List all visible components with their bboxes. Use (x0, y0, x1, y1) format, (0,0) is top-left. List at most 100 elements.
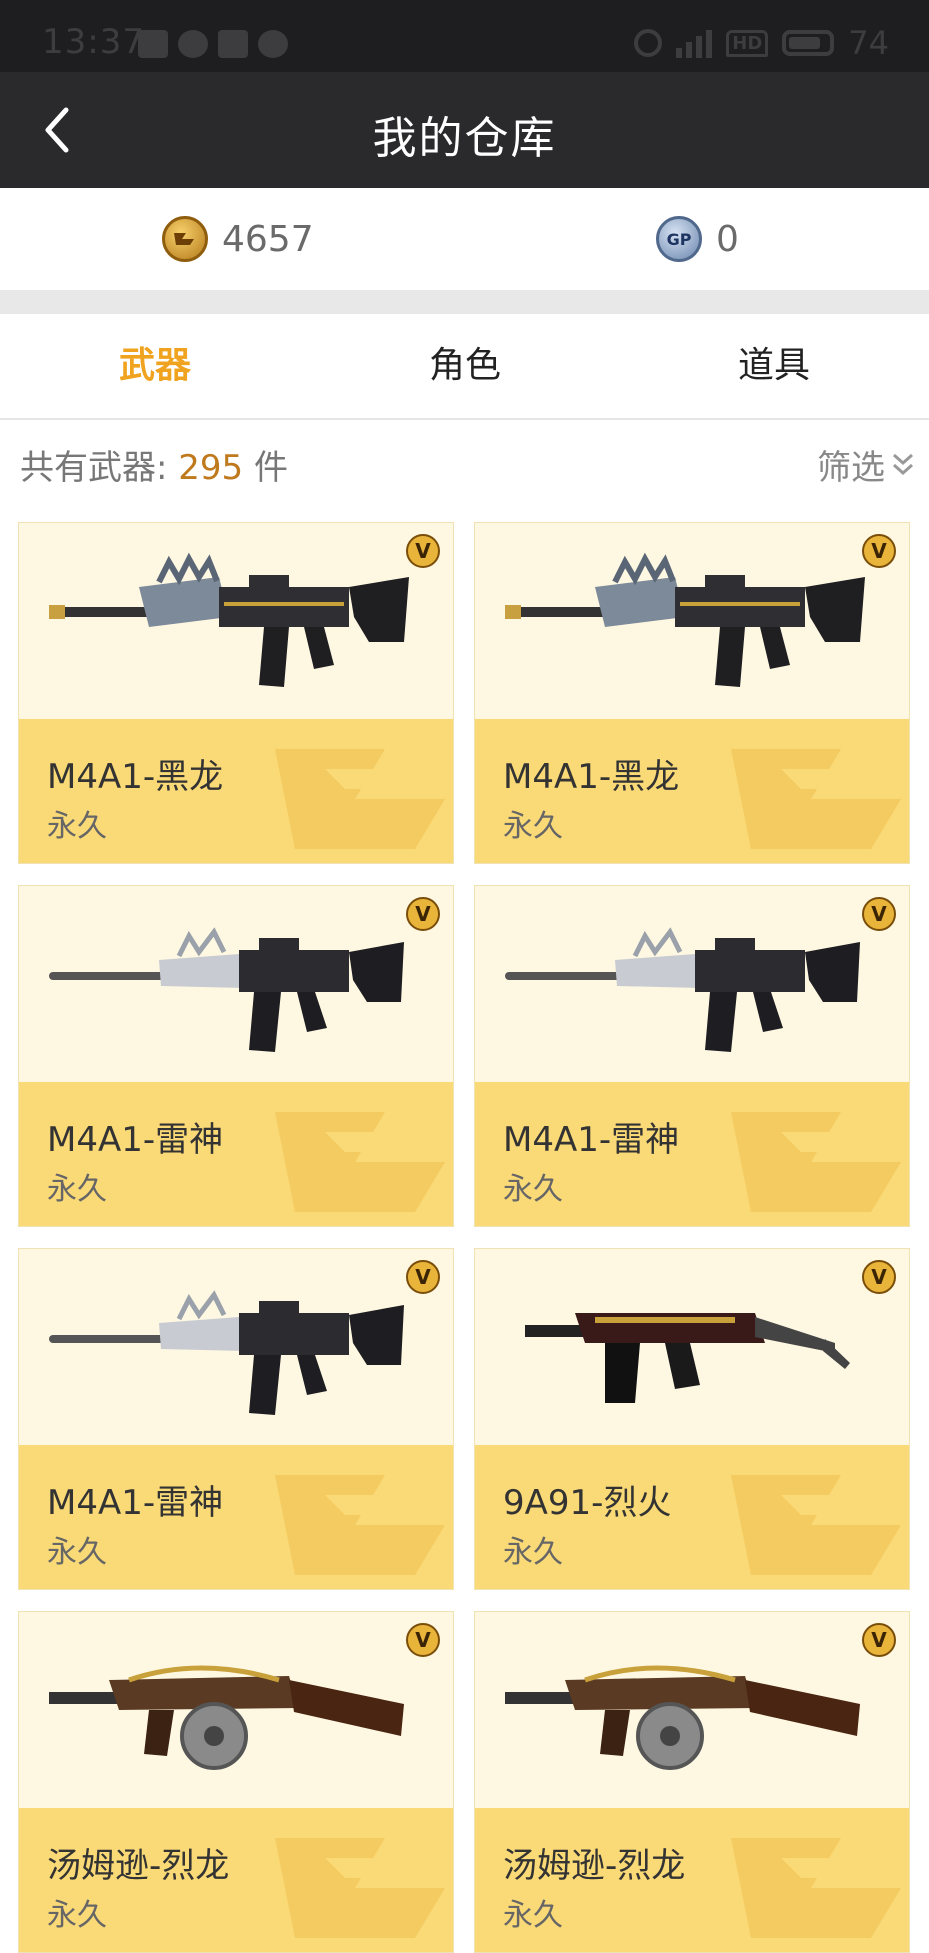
weapon-info: M4A1-黑龙永久 (19, 719, 453, 863)
cf-logo-icon (265, 1092, 453, 1226)
cf-logo-icon (265, 1818, 453, 1952)
weapon-image (505, 1273, 885, 1423)
weapon-info: 汤姆逊-烈龙永久 (475, 1808, 909, 1952)
weapon-duration: 永久 (47, 809, 107, 844)
battery-icon (782, 30, 835, 56)
weapon-image-area: V (475, 1249, 909, 1445)
weapon-image (49, 547, 429, 697)
weapon-image-area: V (19, 1612, 453, 1808)
weapon-count-summary: 共有武器: 295 件 (20, 440, 288, 489)
news-notification-icon (218, 30, 248, 58)
weapon-image-area: V (475, 1612, 909, 1808)
weapon-image-area: V (19, 523, 453, 719)
weapon-name: M4A1-雷神 (47, 1483, 224, 1523)
svg-text:V: V (415, 1265, 431, 1289)
weapon-count: 295 (178, 448, 244, 488)
gp-balance: GP 0 (656, 216, 739, 262)
section-divider (0, 290, 929, 314)
chat-notification-icon (178, 30, 208, 58)
weapon-name: M4A1-黑龙 (503, 757, 680, 797)
weapon-info: M4A1-黑龙永久 (475, 719, 909, 863)
summary-prefix: 共有武器: (20, 448, 168, 488)
weapon-duration: 永久 (47, 1898, 107, 1933)
weapon-info: M4A1-雷神永久 (475, 1082, 909, 1226)
weapon-image (505, 547, 885, 697)
signal-4g-icon (676, 28, 713, 58)
weapon-info: 9A91-烈火永久 (475, 1445, 909, 1589)
svg-text:V: V (871, 1265, 887, 1289)
weapon-duration: 永久 (503, 809, 563, 844)
cf-logo-icon (721, 1455, 909, 1589)
status-bar: 13:37 HD 74 (0, 0, 929, 72)
weapon-info: M4A1-雷神永久 (19, 1082, 453, 1226)
cf-logo-icon (265, 1455, 453, 1589)
tab-characters[interactable]: 角色 (310, 314, 620, 418)
weapon-name: 汤姆逊-烈龙 (47, 1846, 230, 1886)
nav-bar: 我的仓库 (0, 72, 929, 188)
weapon-name: 汤姆逊-烈龙 (503, 1846, 686, 1886)
cf-logo-icon (265, 729, 453, 863)
vip-badge-icon: V (861, 1622, 897, 1658)
weapon-duration: 永久 (503, 1535, 563, 1570)
weapon-info: M4A1-雷神永久 (19, 1445, 453, 1589)
tab-items[interactable]: 道具 (619, 314, 929, 418)
weapon-card[interactable]: V M4A1-雷神永久 (18, 885, 454, 1227)
double-chevron-down-icon (893, 453, 913, 475)
weapon-card[interactable]: V M4A1-黑龙永久 (474, 522, 910, 864)
vip-badge-icon: V (861, 1259, 897, 1295)
alarm-icon (634, 29, 663, 57)
weapon-card[interactable]: V 汤姆逊-烈龙永久 (474, 1611, 910, 1953)
weapon-image (49, 1273, 429, 1423)
cf-balance: 4657 (162, 216, 314, 262)
svg-text:V: V (871, 1628, 887, 1652)
svg-text:V: V (415, 539, 431, 563)
filter-button[interactable]: 筛选 (817, 440, 915, 489)
weapon-image (49, 910, 429, 1060)
battery-level: 74 (848, 24, 889, 62)
weapon-card[interactable]: V 9A91-烈火永久 (474, 1248, 910, 1590)
svg-text:V: V (415, 902, 431, 926)
system-icons: HD 74 (634, 24, 889, 62)
vip-badge-icon: V (861, 896, 897, 932)
weapon-name: M4A1-雷神 (47, 1120, 224, 1160)
gp-coin-icon: GP (656, 216, 702, 262)
category-tabs: 武器 角色 道具 (0, 314, 929, 420)
weapon-card[interactable]: V M4A1-雷神永久 (474, 885, 910, 1227)
tab-weapons[interactable]: 武器 (0, 314, 310, 418)
weapon-name: M4A1-雷神 (503, 1120, 680, 1160)
weapon-image (49, 1636, 429, 1786)
weapon-duration: 永久 (503, 1172, 563, 1207)
svg-text:V: V (871, 539, 887, 563)
cf-logo-icon (721, 1092, 909, 1226)
notification-icons (138, 30, 288, 58)
weapon-image-area: V (475, 886, 909, 1082)
vip-badge-icon: V (405, 1259, 441, 1295)
weapon-image (505, 910, 885, 1060)
weapon-info: 汤姆逊-烈龙永久 (19, 1808, 453, 1952)
filter-label: 筛选 (817, 448, 885, 488)
svg-text:V: V (871, 902, 887, 926)
vip-badge-icon: V (405, 1622, 441, 1658)
cf-amount: 4657 (222, 218, 314, 260)
weapon-card[interactable]: V M4A1-雷神永久 (18, 1248, 454, 1590)
weapon-duration: 永久 (47, 1535, 107, 1570)
weapon-name: M4A1-黑龙 (47, 757, 224, 797)
vip-badge-icon: V (861, 533, 897, 569)
page-title: 我的仓库 (372, 113, 557, 164)
cf-logo-icon (721, 1818, 909, 1952)
message-notification-icon (258, 30, 288, 58)
weapon-name: 9A91-烈火 (503, 1483, 672, 1523)
weapon-card[interactable]: V M4A1-黑龙永久 (18, 522, 454, 864)
cf-coin-icon (162, 216, 208, 262)
weapon-card[interactable]: V 汤姆逊-烈龙永久 (18, 1611, 454, 1953)
weapon-duration: 永久 (47, 1172, 107, 1207)
vip-badge-icon: V (405, 533, 441, 569)
weapon-image-area: V (475, 523, 909, 719)
weapon-image-area: V (19, 1249, 453, 1445)
gp-amount: 0 (716, 218, 739, 260)
weapon-duration: 永久 (503, 1898, 563, 1933)
currency-bar: 4657 GP 0 (0, 188, 929, 290)
svg-text:V: V (415, 1628, 431, 1652)
hd-call-icon: HD (726, 29, 769, 57)
cf-logo-icon (721, 729, 909, 863)
